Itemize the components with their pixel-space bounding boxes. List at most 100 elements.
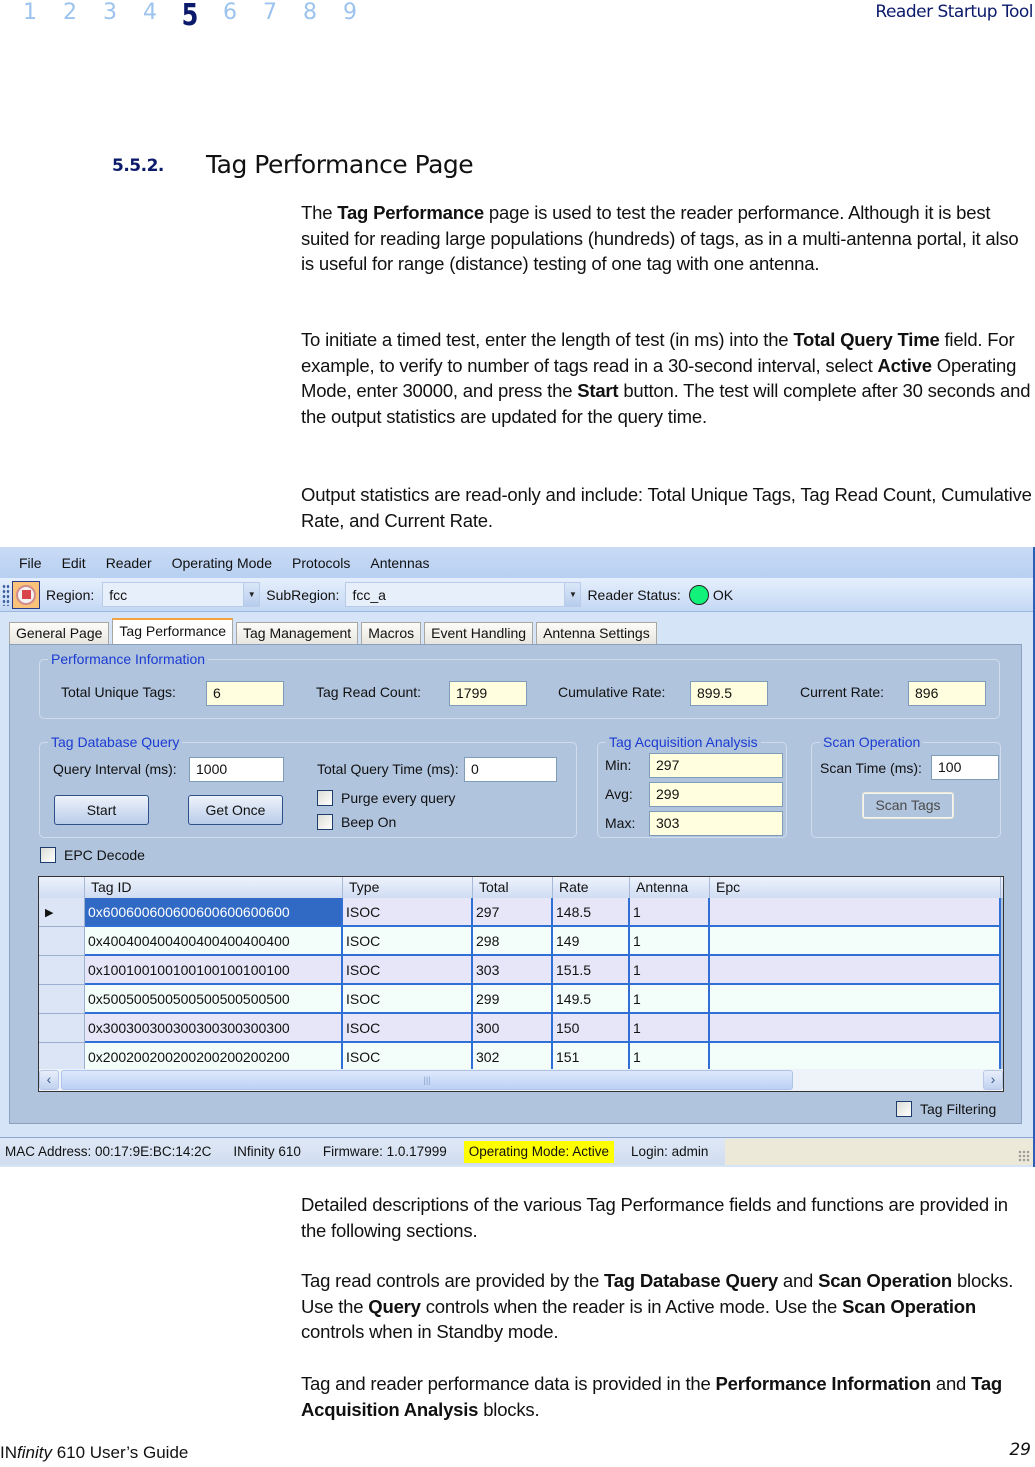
- total-query-time-input[interactable]: 0: [464, 757, 557, 782]
- row-header[interactable]: [39, 1014, 85, 1043]
- cell-total[interactable]: 302: [473, 1043, 553, 1072]
- cell-rate[interactable]: 149: [553, 927, 630, 956]
- cell-epc[interactable]: [710, 956, 1001, 985]
- scroll-thumb[interactable]: |||: [61, 1070, 793, 1090]
- table-row[interactable]: 0x200200200200200200200200 ISOC 302 151 1: [39, 1043, 1003, 1072]
- row-header[interactable]: [39, 985, 85, 1014]
- epc-decode-checkbox[interactable]: [40, 847, 56, 863]
- cell-antenna[interactable]: 1: [630, 985, 710, 1014]
- cell-total[interactable]: 303: [473, 956, 553, 985]
- column-header-rate[interactable]: Rate: [553, 877, 630, 898]
- subregion-select[interactable]: fcc_a ▼: [345, 582, 582, 607]
- cell-epc[interactable]: [710, 898, 1001, 927]
- cell-epc[interactable]: [710, 1014, 1001, 1043]
- cell-epc[interactable]: [710, 985, 1001, 1014]
- status-bar: MAC Address: 00:17:9E:BC:14:2C INfinity …: [0, 1137, 1033, 1165]
- chevron-down-icon[interactable]: ▼: [243, 583, 260, 606]
- cell-type[interactable]: ISOC: [343, 985, 473, 1014]
- chapter-link[interactable]: 3: [90, 0, 130, 26]
- cell-total[interactable]: 299: [473, 985, 553, 1014]
- tab-tag-management[interactable]: Tag Management: [236, 622, 359, 644]
- row-header[interactable]: [39, 1043, 85, 1072]
- column-header-epc[interactable]: Epc: [710, 877, 1001, 898]
- chapter-link[interactable]: 9: [330, 0, 370, 26]
- cell-tag-id[interactable]: 0x300300300300300300300300: [85, 1014, 343, 1043]
- column-header-tag-id[interactable]: Tag ID: [85, 877, 343, 898]
- start-button[interactable]: Start: [54, 795, 149, 825]
- menu-item-antennas[interactable]: Antennas: [360, 555, 439, 571]
- purge-every-query-checkbox[interactable]: [317, 790, 333, 806]
- avg-field: 299: [649, 782, 783, 807]
- cell-type[interactable]: ISOC: [343, 956, 473, 985]
- tab-tag-performance[interactable]: Tag Performance: [112, 618, 234, 644]
- cell-type[interactable]: ISOC: [343, 927, 473, 956]
- menu-item-file[interactable]: File: [9, 555, 52, 571]
- horizontal-scrollbar[interactable]: ‹ ||| ›: [39, 1069, 1003, 1091]
- tab-general-page[interactable]: General Page: [9, 622, 110, 644]
- chapter-link[interactable]: 1: [10, 0, 50, 26]
- query-interval-input[interactable]: 1000: [189, 757, 284, 782]
- scan-tags-button[interactable]: Scan Tags: [862, 792, 954, 819]
- menu-item-edit[interactable]: Edit: [52, 555, 96, 571]
- chapter-link[interactable]: 7: [250, 0, 290, 26]
- cell-total[interactable]: 297: [473, 898, 553, 927]
- tab-event-handling[interactable]: Event Handling: [424, 622, 534, 644]
- chapter-link[interactable]: 5: [174, 0, 206, 32]
- cell-type[interactable]: ISOC: [343, 1014, 473, 1043]
- table-row[interactable]: 0x300300300300300300300300 ISOC 300 150 1: [39, 1014, 1003, 1043]
- cell-tag-id[interactable]: 0x400400400400400400400400: [85, 927, 343, 956]
- stop-button[interactable]: [12, 580, 40, 609]
- table-row[interactable]: 0x100100100100100100100100 ISOC 303 151.5 1: [39, 956, 1003, 985]
- after-paragraph-2: Tag read controls are provided by the Ta…: [301, 1268, 1035, 1345]
- toolbar-grip-icon[interactable]: [2, 583, 10, 606]
- column-header-antenna[interactable]: Antenna: [630, 877, 710, 898]
- cell-antenna[interactable]: 1: [630, 1014, 710, 1043]
- chapter-link[interactable]: 8: [290, 0, 330, 26]
- cell-rate[interactable]: 149.5: [553, 985, 630, 1014]
- cell-rate[interactable]: 151.5: [553, 956, 630, 985]
- row-header[interactable]: ▶: [39, 898, 85, 927]
- chapter-link[interactable]: 4: [130, 0, 170, 26]
- scan-time-input[interactable]: 100: [931, 755, 999, 780]
- chevron-down-icon[interactable]: ▼: [564, 583, 581, 606]
- beep-on-checkbox[interactable]: [317, 814, 333, 830]
- scroll-left-icon[interactable]: ‹: [39, 1070, 59, 1090]
- cell-rate[interactable]: 148.5: [553, 898, 630, 927]
- text-run: Output statistics are read-only and incl…: [301, 484, 1032, 531]
- menu-item-reader[interactable]: Reader: [96, 555, 162, 571]
- cell-antenna[interactable]: 1: [630, 956, 710, 985]
- column-header-total[interactable]: Total: [473, 877, 553, 898]
- chapter-link[interactable]: 2: [50, 0, 90, 26]
- cell-antenna[interactable]: 1: [630, 1043, 710, 1072]
- cell-type[interactable]: ISOC: [343, 898, 473, 927]
- table-row[interactable]: ▶ 0x600600600600600600600600 ISOC 297 148.5 1: [39, 898, 1003, 927]
- cell-epc[interactable]: [710, 927, 1001, 956]
- cell-tag-id[interactable]: 0x200200200200200200200200: [85, 1043, 343, 1072]
- cell-total[interactable]: 298: [473, 927, 553, 956]
- cell-antenna[interactable]: 1: [630, 927, 710, 956]
- cell-antenna[interactable]: 1: [630, 898, 710, 927]
- menu-item-operating-mode[interactable]: Operating Mode: [162, 555, 282, 571]
- menu-item-protocols[interactable]: Protocols: [282, 555, 360, 571]
- cell-total[interactable]: 300: [473, 1014, 553, 1043]
- cell-rate[interactable]: 151: [553, 1043, 630, 1072]
- row-header[interactable]: [39, 927, 85, 956]
- scroll-right-icon[interactable]: ›: [983, 1070, 1003, 1090]
- tag-filtering-checkbox[interactable]: [896, 1101, 912, 1117]
- table-row[interactable]: 0x400400400400400400400400 ISOC 298 149 1: [39, 927, 1003, 956]
- cell-tag-id[interactable]: 0x600600600600600600600600: [85, 898, 343, 927]
- cell-tag-id[interactable]: 0x500500500500500500500500: [85, 985, 343, 1014]
- chapter-link[interactable]: 6: [210, 0, 250, 26]
- column-header-type[interactable]: Type: [343, 877, 473, 898]
- region-select[interactable]: fcc ▼: [102, 582, 261, 607]
- get-once-button[interactable]: Get Once: [188, 795, 283, 825]
- cell-type[interactable]: ISOC: [343, 1043, 473, 1072]
- tab-antenna-settings[interactable]: Antenna Settings: [536, 622, 657, 644]
- tab-macros[interactable]: Macros: [361, 622, 422, 644]
- cell-rate[interactable]: 150: [553, 1014, 630, 1043]
- resize-grip-icon[interactable]: [1018, 1149, 1030, 1162]
- cell-epc[interactable]: [710, 1043, 1001, 1072]
- row-header[interactable]: [39, 956, 85, 985]
- cell-tag-id[interactable]: 0x100100100100100100100100: [85, 956, 343, 985]
- table-row[interactable]: 0x500500500500500500500500 ISOC 299 149.5 1: [39, 985, 1003, 1014]
